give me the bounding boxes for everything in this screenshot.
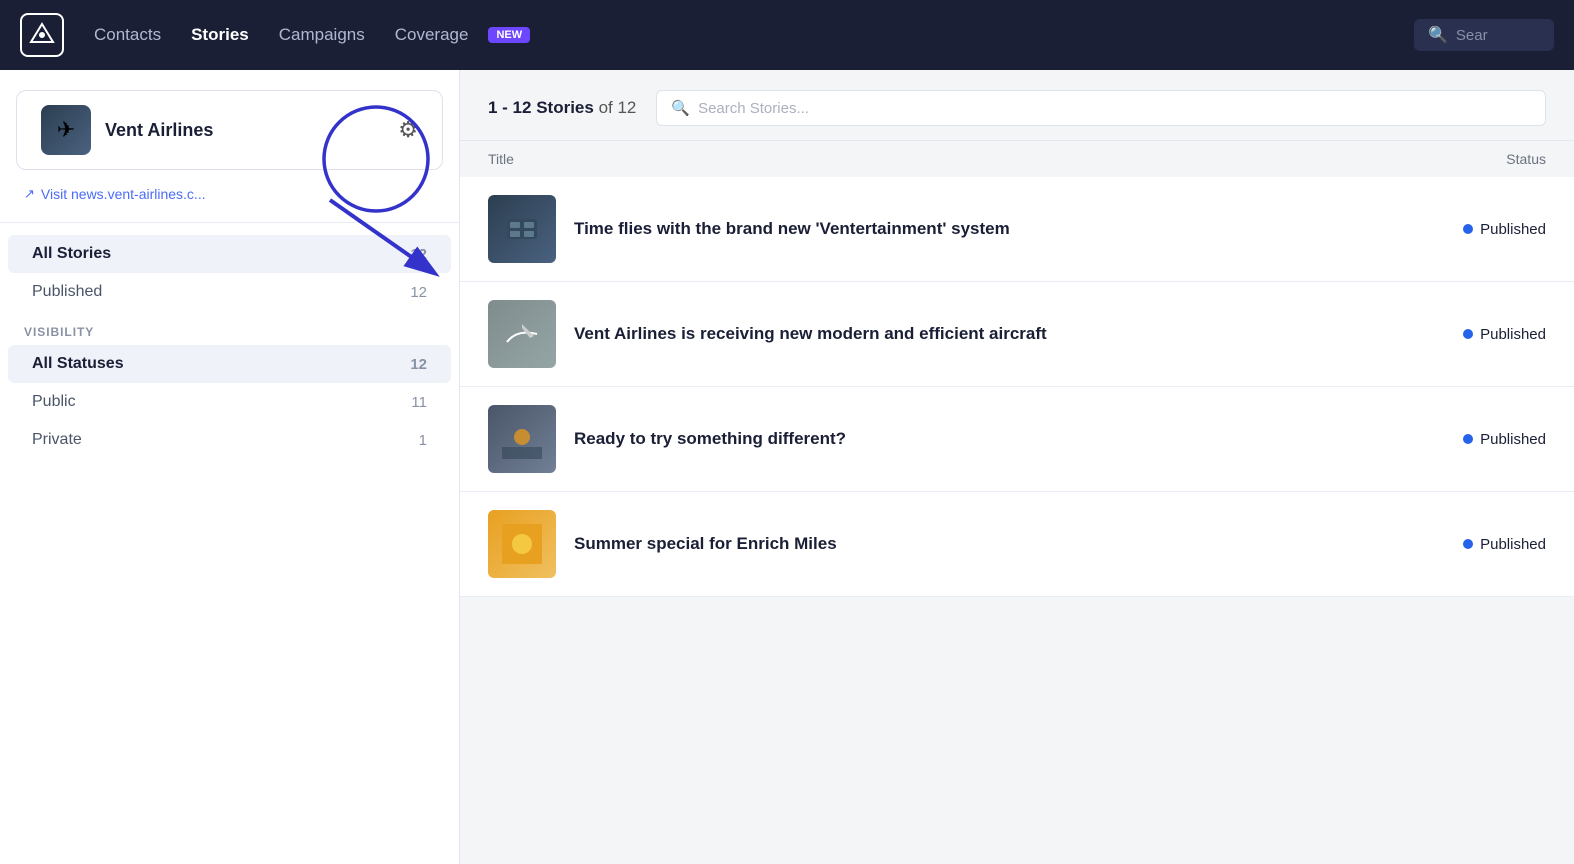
story-title: Time flies with the brand new 'Ventertai… [574,217,1398,241]
story-status: Published [1416,221,1546,238]
nav-campaigns[interactable]: Campaigns [279,25,365,45]
story-row[interactable]: Vent Airlines is receiving new modern an… [460,282,1574,387]
navbar: Contacts Stories Campaigns Coverage NEW … [0,0,1574,70]
private-label: Private [32,431,419,449]
content-area: 1 - 12 Stories of 12 🔍 Search Stories...… [460,70,1574,864]
story-status: Published [1416,431,1546,448]
sidebar: ✈ Vent Airlines ⚙ ↗ Visit news.vent-airl… [0,70,460,864]
new-badge: NEW [488,27,530,43]
org-logo: ✈ [41,105,91,155]
org-card: ✈ Vent Airlines ⚙ [16,90,443,170]
all-stories-count: 12 [410,246,427,263]
status-dot [1463,434,1473,444]
col-status: Status [1406,151,1546,167]
story-status: Published [1416,326,1546,343]
nav-coverage[interactable]: Coverage [395,25,469,45]
table-header: Title Status [460,141,1574,177]
all-stories-label: All Stories [32,245,410,263]
story-row[interactable]: Ready to try something different? Publis… [460,387,1574,492]
story-row[interactable]: Time flies with the brand new 'Ventertai… [460,177,1574,282]
sidebar-item-published[interactable]: Published 12 [8,273,451,311]
public-label: Public [32,393,411,411]
search-placeholder: Search Stories... [698,100,809,117]
app-logo[interactable] [20,13,64,57]
published-count: 12 [410,284,427,301]
sidebar-item-private[interactable]: Private 1 [8,421,451,459]
story-thumbnail [488,300,556,368]
nav-stories[interactable]: Stories [191,25,249,45]
stories-list: Time flies with the brand new 'Ventertai… [460,177,1574,864]
col-title: Title [488,151,1406,167]
status-dot [1463,224,1473,234]
public-count: 11 [411,394,427,411]
story-row[interactable]: Summer special for Enrich Miles Publishe… [460,492,1574,597]
search-icon: 🔍 [671,99,690,117]
content-header: 1 - 12 Stories of 12 🔍 Search Stories... [460,70,1574,141]
external-link-icon: ↗ [24,186,35,202]
sidebar-item-all-stories[interactable]: All Stories 12 [8,235,451,273]
status-label: Published [1480,536,1546,553]
status-dot [1463,329,1473,339]
status-label: Published [1480,326,1546,343]
story-thumbnail [488,510,556,578]
search-icon: 🔍 [1428,25,1448,45]
private-count: 1 [419,432,427,449]
settings-icon[interactable]: ⚙ [398,117,418,143]
search-stories-input[interactable]: 🔍 Search Stories... [656,90,1546,126]
org-name: Vent Airlines [105,120,213,141]
stories-count: 1 - 12 Stories of 12 [488,98,636,118]
published-label: Published [32,283,410,301]
search-label: Sear [1456,27,1488,44]
story-thumbnail [488,195,556,263]
sidebar-item-public[interactable]: Public 11 [8,383,451,421]
all-statuses-label: All Statuses [32,355,410,373]
search-bar[interactable]: 🔍 Sear [1414,19,1554,51]
visibility-section-title: VISIBILITY [0,311,459,345]
sidebar-item-all-statuses[interactable]: All Statuses 12 [8,345,451,383]
main-layout: ✈ Vent Airlines ⚙ ↗ Visit news.vent-airl… [0,70,1574,864]
status-label: Published [1480,221,1546,238]
story-title: Ready to try something different? [574,427,1398,451]
nav-contacts[interactable]: Contacts [94,25,161,45]
divider [0,222,459,223]
status-label: Published [1480,431,1546,448]
status-dot [1463,539,1473,549]
visit-link[interactable]: ↗ Visit news.vent-airlines.c... [0,186,459,202]
story-title: Summer special for Enrich Miles [574,532,1398,556]
story-title: Vent Airlines is receiving new modern an… [574,322,1398,346]
story-thumbnail [488,405,556,473]
all-statuses-count: 12 [410,356,427,373]
visit-link-text: Visit news.vent-airlines.c... [41,186,206,202]
story-status: Published [1416,536,1546,553]
